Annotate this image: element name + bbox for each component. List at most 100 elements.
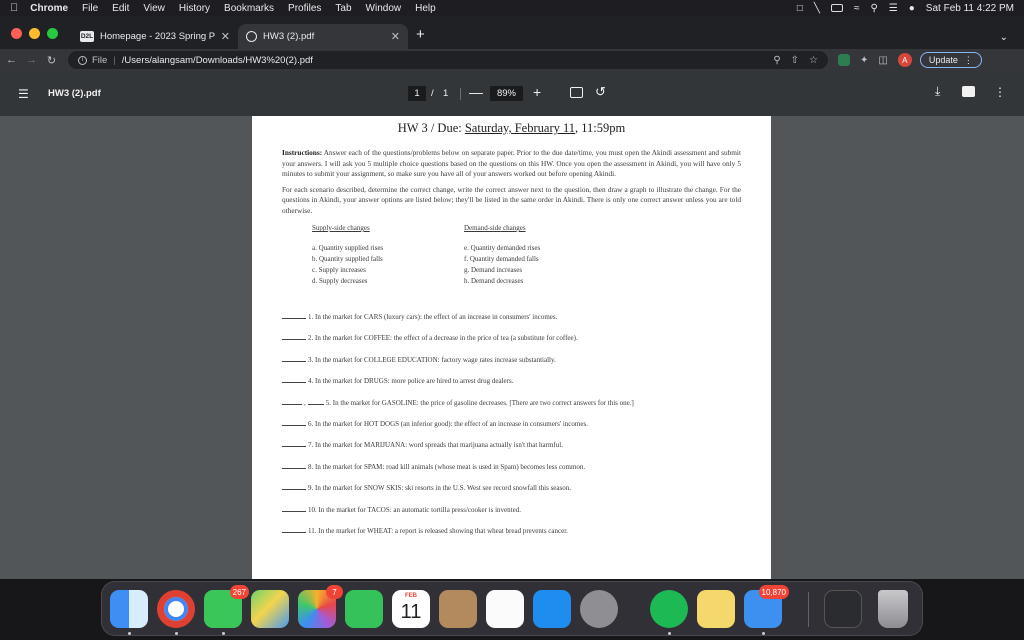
demand-side-options: Demand-side changes e. Quantity demanded… [464, 224, 616, 287]
supply-side-options: Supply-side changes a. Quantity supplied… [312, 224, 464, 287]
tab-hw3-pdf[interactable]: HW3 (2).pdf ✕ [238, 24, 408, 49]
question-text: 5. In the market for GASOLINE: the price… [325, 398, 634, 407]
siri-icon[interactable]: ● [909, 3, 915, 14]
zoom-window-button[interactable] [47, 28, 58, 39]
running-indicator [128, 632, 131, 635]
question-text: 9. In the market for SNOW SKIS: ski reso… [308, 484, 571, 493]
pdf-viewer-area[interactable]: HW 3 / Due: Saturday, February 11, 11:59… [0, 116, 1024, 579]
question-text: 8. In the market for SPAM: road kill ani… [308, 462, 586, 471]
app-store-icon[interactable] [533, 590, 571, 628]
question-item: , 5. In the market for GASOLINE: the pric… [282, 399, 741, 420]
spotlight-search-icon[interactable]: ⚲ [870, 3, 877, 14]
spotify-icon[interactable] [650, 590, 688, 628]
calendar-icon[interactable]: FEB 11 [392, 590, 430, 628]
new-tab-button[interactable]: + [416, 27, 425, 42]
download-icon[interactable]: ⤓ [935, 84, 940, 99]
url-text[interactable]: /Users/alangsam/Downloads/HW3%20(2).pdf [122, 55, 764, 66]
menu-tab[interactable]: Tab [335, 3, 351, 14]
question-text: 10. In the market for TACOS: an automati… [308, 505, 521, 514]
document-title: HW 3 / Due: Saturday, February 11, 11:59… [282, 121, 741, 136]
close-window-button[interactable] [11, 28, 22, 39]
notes-icon[interactable] [697, 590, 735, 628]
question-text: 11. In the market for WHEAT: a report is… [308, 526, 568, 535]
option-a: a. Quantity supplied rises [312, 244, 384, 252]
reminders-icon[interactable] [486, 590, 524, 628]
side-panel-icon[interactable]: ◫ [878, 55, 887, 66]
car-icon[interactable]: □ [797, 3, 803, 14]
print-icon[interactable] [962, 86, 975, 97]
finder-icon[interactable] [110, 590, 148, 628]
instructions-label: Instructions: [282, 148, 323, 157]
answer-blank [307, 403, 324, 405]
back-arrow-icon[interactable]: ← [3, 54, 20, 66]
extension-green-icon[interactable] [838, 54, 850, 66]
supply-side-header: Supply-side changes [312, 224, 370, 232]
option-c: c. Supply increases [312, 266, 366, 274]
info-icon[interactable]: i [78, 55, 87, 65]
menu-view[interactable]: View [143, 3, 165, 14]
extensions-puzzle-icon[interactable]: ✦ [860, 55, 868, 66]
profile-avatar[interactable]: A [897, 53, 912, 67]
close-tab-icon[interactable]: ✕ [391, 30, 400, 43]
facetime-icon[interactable] [345, 590, 383, 628]
share-icon[interactable]: ⇧ [791, 55, 799, 66]
app-menu-chrome[interactable]: Chrome [30, 3, 68, 14]
zoom-lens-icon[interactable]: ⚲ [773, 55, 780, 66]
trash-icon[interactable] [878, 590, 908, 628]
question-item: 11. In the market for WHEAT: a report is… [282, 527, 741, 548]
title-time: , 11:59pm [575, 121, 626, 135]
answer-blank [282, 446, 306, 448]
update-button[interactable]: Update ⋮ [919, 52, 982, 68]
rotate-icon[interactable]: ↺ [595, 84, 606, 100]
menubar-clock[interactable]: Sat Feb 11 4:22 PM [926, 3, 1014, 14]
page-number-input[interactable]: 1 [408, 86, 426, 101]
answer-blank [282, 510, 306, 512]
menu-profiles[interactable]: Profiles [288, 3, 321, 14]
system-preferences-icon[interactable] [580, 590, 618, 628]
minimize-window-button[interactable] [29, 28, 40, 39]
maps-icon[interactable] [251, 590, 289, 628]
fit-to-page-icon[interactable] [570, 87, 583, 98]
hamburger-menu-icon[interactable]: ☰ [18, 87, 29, 101]
wifi-icon[interactable]: ≈ [854, 3, 860, 14]
pen-icon[interactable]: ╲ [814, 3, 820, 14]
zoom-out-button[interactable]: — [469, 84, 483, 100]
question-item: 3. In the market for COLLEGE EDUCATION: … [282, 356, 741, 377]
answer-blank [282, 382, 306, 384]
close-tab-icon[interactable]: ✕ [221, 30, 230, 43]
menu-edit[interactable]: Edit [112, 3, 129, 14]
title-prefix: HW 3 / Due: [397, 121, 465, 135]
menu-bookmarks[interactable]: Bookmarks [224, 3, 274, 14]
menu-file[interactable]: File [82, 3, 98, 14]
option-g: g. Demand increases [464, 266, 523, 274]
answer-blank [282, 531, 306, 533]
zoom-in-button[interactable]: + [533, 84, 541, 100]
question-text: 2. In the market for COFFEE: the effect … [308, 334, 578, 343]
pdf-page: HW 3 / Due: Saturday, February 11, 11:59… [252, 116, 771, 579]
more-options-icon[interactable]: ⋮ [994, 85, 1006, 99]
apple-menu-icon[interactable]:  [10, 2, 18, 14]
battery-icon[interactable] [830, 4, 843, 12]
reload-icon[interactable]: ↻ [43, 54, 60, 67]
menu-window[interactable]: Window [366, 3, 402, 14]
forward-arrow-icon[interactable]: → [23, 54, 40, 66]
running-indicator [668, 632, 671, 635]
tab-title: Homepage - 2023 Spring Prin [100, 31, 215, 42]
address-bar[interactable]: i File | /Users/alangsam/Downloads/HW3%2… [68, 51, 828, 69]
menu-help[interactable]: Help [415, 3, 436, 14]
photos-icon[interactable]: 7 [298, 585, 343, 628]
messages-icon[interactable]: 267 [204, 585, 249, 628]
tab-d2l-homepage[interactable]: D2L Homepage - 2023 Spring Prin ✕ [72, 24, 238, 49]
menu-history[interactable]: History [179, 3, 210, 14]
question-item: 10. In the market for TACOS: an automati… [282, 506, 741, 527]
pdf-filename: HW3 (2).pdf [48, 88, 101, 99]
control-center-icon[interactable]: ☰ [889, 3, 898, 14]
mail-icon[interactable]: 10,870 [744, 585, 789, 628]
desktop-window-thumbnail-icon[interactable] [824, 590, 862, 628]
bookmark-star-icon[interactable]: ☆ [809, 55, 818, 66]
zoom-level-input[interactable]: 89% [490, 86, 523, 101]
question-item: 8. In the market for SPAM: road kill ani… [282, 463, 741, 484]
contacts-icon[interactable] [439, 590, 477, 628]
chrome-icon[interactable] [157, 590, 195, 628]
tab-search-chevron-icon[interactable]: ⌄ [1000, 32, 1008, 43]
